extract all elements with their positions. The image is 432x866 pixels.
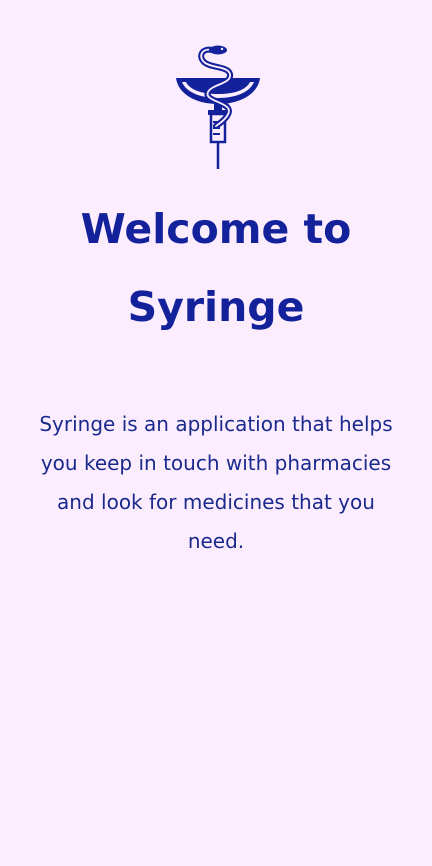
bowl-of-hygieia-syringe-icon (176, 45, 260, 169)
page-title: Welcome to Syringe (0, 190, 432, 346)
welcome-description: Syringe is an application that helps you… (39, 412, 393, 553)
title-line-1: Welcome to (80, 205, 352, 253)
title-line-2: Syringe (127, 283, 305, 331)
welcome-screen: Welcome to Syringe Syringe is an applica… (0, 0, 432, 866)
